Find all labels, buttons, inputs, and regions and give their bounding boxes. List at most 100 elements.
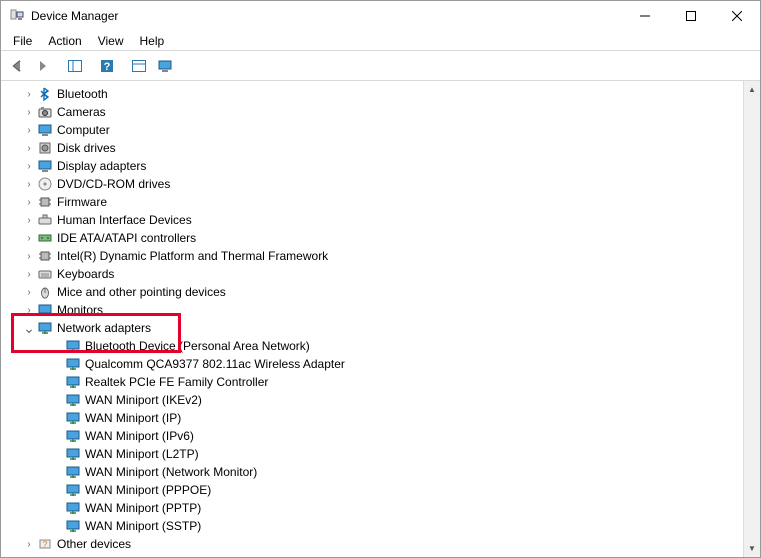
tree-device[interactable]: WAN Miniport (Network Monitor) — [1, 463, 743, 481]
toolbar: ? — [1, 51, 760, 81]
tree-device[interactable]: WAN Miniport (IP) — [1, 409, 743, 427]
forward-button[interactable] — [31, 54, 55, 78]
chevron-right-icon[interactable]: › — [21, 176, 37, 192]
menu-file[interactable]: File — [5, 32, 40, 50]
expander-none — [49, 392, 65, 408]
back-button[interactable] — [5, 54, 29, 78]
scroll-up-icon[interactable]: ▲ — [744, 81, 760, 98]
tree-device[interactable]: WAN Miniport (L2TP) — [1, 445, 743, 463]
chevron-right-icon[interactable]: › — [21, 122, 37, 138]
menu-help[interactable]: Help — [132, 32, 173, 50]
device-label: WAN Miniport (IP) — [85, 411, 187, 425]
maximize-button[interactable] — [668, 1, 714, 31]
device-label: Bluetooth Device (Personal Area Network) — [85, 339, 316, 353]
tree-category-computer[interactable]: › Computer — [1, 121, 743, 139]
category-label: Disk drives — [57, 141, 122, 155]
category-label: Display adapters — [57, 159, 152, 173]
minimize-button[interactable] — [622, 1, 668, 31]
tree-device[interactable]: Qualcomm QCA9377 802.11ac Wireless Adapt… — [1, 355, 743, 373]
category-label: Computer — [57, 123, 116, 137]
hid-icon — [37, 212, 53, 228]
expander-none — [49, 356, 65, 372]
category-label: DVD/CD-ROM drives — [57, 177, 176, 191]
category-label: Network adapters — [57, 321, 157, 335]
chevron-right-icon[interactable]: › — [21, 140, 37, 156]
network-adapter-icon — [65, 392, 81, 408]
tree-category-bluetooth[interactable]: ›Bluetooth — [1, 85, 743, 103]
expander-none — [49, 446, 65, 462]
scroll-down-icon[interactable]: ▼ — [744, 540, 760, 557]
chevron-right-icon[interactable]: › — [21, 194, 37, 210]
category-label: Keyboards — [57, 267, 120, 281]
tree-category-mice[interactable]: ›Mice and other pointing devices — [1, 283, 743, 301]
expander-none — [49, 482, 65, 498]
close-button[interactable] — [714, 1, 760, 31]
menu-action[interactable]: Action — [40, 32, 89, 50]
chevron-right-icon[interactable]: › — [21, 302, 37, 318]
network-adapter-icon — [65, 338, 81, 354]
menubar: File Action View Help — [1, 31, 760, 51]
network-adapter-icon — [65, 410, 81, 426]
expander-none — [49, 518, 65, 534]
device-label: Qualcomm QCA9377 802.11ac Wireless Adapt… — [85, 357, 351, 371]
show-hide-tree-button[interactable] — [63, 54, 87, 78]
keyboard-icon — [37, 266, 53, 282]
tree-device[interactable]: Realtek PCIe FE Family Controller — [1, 373, 743, 391]
mouse-icon — [37, 284, 53, 300]
menu-view[interactable]: View — [90, 32, 132, 50]
tree-category-network[interactable]: ⌄ Network adapters — [1, 319, 743, 337]
category-label: Human Interface Devices — [57, 213, 198, 227]
network-adapter-icon — [65, 500, 81, 516]
tree-category-cameras[interactable]: › Cameras — [1, 103, 743, 121]
help-button[interactable]: ? — [95, 54, 119, 78]
chevron-right-icon[interactable]: › — [21, 86, 37, 102]
tree-category-disk[interactable]: › Disk drives — [1, 139, 743, 157]
tree-device[interactable]: Bluetooth Device (Personal Area Network) — [1, 337, 743, 355]
chevron-right-icon[interactable]: › — [21, 104, 37, 120]
tree-category-display[interactable]: › Display adapters — [1, 157, 743, 175]
category-label: IDE ATA/ATAPI controllers — [57, 231, 202, 245]
category-label: Intel(R) Dynamic Platform and Thermal Fr… — [57, 249, 334, 263]
scan-hardware-button[interactable] — [127, 54, 151, 78]
tree-category-hid[interactable]: › Human Interface Devices — [1, 211, 743, 229]
tree-category-other[interactable]: ›?Other devices — [1, 535, 743, 553]
chevron-right-icon[interactable]: › — [21, 536, 37, 552]
window-title: Device Manager — [31, 9, 118, 23]
device-tree[interactable]: ›Bluetooth›Cameras›Computer›Disk drives›… — [1, 81, 743, 557]
scrollbar-vertical[interactable]: ▲ ▼ — [743, 81, 760, 557]
chevron-right-icon[interactable]: › — [21, 212, 37, 228]
device-label: WAN Miniport (PPTP) — [85, 501, 207, 515]
tree-device[interactable]: WAN Miniport (IKEv2) — [1, 391, 743, 409]
network-adapter-icon — [65, 374, 81, 390]
chevron-right-icon[interactable]: › — [21, 248, 37, 264]
camera-icon — [37, 104, 53, 120]
tree-category-ide[interactable]: › IDE ATA/ATAPI controllers — [1, 229, 743, 247]
chevron-right-icon[interactable]: › — [21, 284, 37, 300]
network-adapter-icon — [65, 356, 81, 372]
chevron-right-icon[interactable]: › — [21, 158, 37, 174]
tree-device[interactable]: WAN Miniport (IPv6) — [1, 427, 743, 445]
device-label: WAN Miniport (PPPOE) — [85, 483, 217, 497]
category-label: Cameras — [57, 105, 112, 119]
device-label: WAN Miniport (SSTP) — [85, 519, 207, 533]
chip-icon — [37, 248, 53, 264]
tree-category-keyboards[interactable]: › Keyboards — [1, 265, 743, 283]
device-label: WAN Miniport (IPv6) — [85, 429, 200, 443]
device-label: WAN Miniport (Network Monitor) — [85, 465, 263, 479]
tree-device[interactable]: WAN Miniport (PPPOE) — [1, 481, 743, 499]
tree-category-monitors[interactable]: ›Monitors — [1, 301, 743, 319]
chevron-right-icon[interactable]: › — [21, 230, 37, 246]
disc-icon — [37, 176, 53, 192]
tree-device[interactable]: WAN Miniport (SSTP) — [1, 517, 743, 535]
chevron-right-icon[interactable]: › — [21, 266, 37, 282]
tree-category-intel[interactable]: › Intel(R) Dynamic Platform and Thermal F… — [1, 247, 743, 265]
tree-device[interactable]: WAN Miniport (PPTP) — [1, 499, 743, 517]
network-adapter-icon — [65, 464, 81, 480]
devices-by-connection-button[interactable] — [153, 54, 177, 78]
tree-category-dvd[interactable]: › DVD/CD-ROM drives — [1, 175, 743, 193]
network-adapter-icon — [65, 446, 81, 462]
chevron-down-icon[interactable]: ⌄ — [21, 320, 37, 336]
other-icon: ? — [37, 536, 53, 552]
tree-category-firmware[interactable]: ›Firmware — [1, 193, 743, 211]
app-icon — [9, 8, 25, 24]
